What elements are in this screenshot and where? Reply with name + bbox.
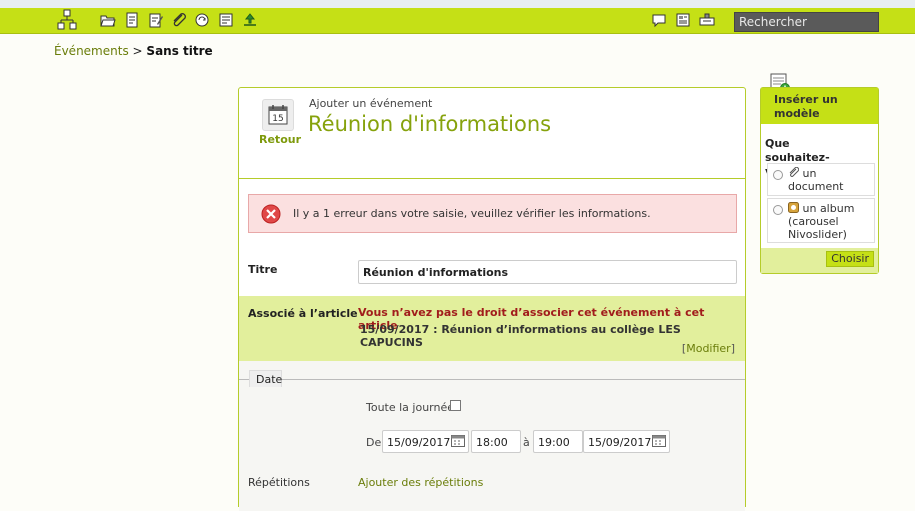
start-time-input[interactable]: 18:00 xyxy=(471,430,521,453)
mailbox-icon[interactable] xyxy=(699,12,715,28)
calendar-icon: 15 xyxy=(268,105,288,125)
title-input[interactable]: Réunion d'informations xyxy=(358,260,737,284)
back-button[interactable]: 15 xyxy=(262,99,294,131)
date-divider xyxy=(239,379,745,380)
album-icon xyxy=(788,202,799,213)
add-repetitions-link[interactable]: Ajouter des répétitions xyxy=(358,476,483,489)
article-association-section: Associé à l’article Vous n’avez pas le d… xyxy=(239,296,745,361)
insert-template-title: Insérer un modèle xyxy=(774,93,838,120)
error-icon xyxy=(261,204,281,224)
option-document[interactable]: un document xyxy=(767,163,875,196)
upload-icon[interactable] xyxy=(242,12,258,28)
error-message-box: Il y a 1 erreur dans votre saisie, veuil… xyxy=(248,194,737,233)
calendar-picker-icon[interactable] xyxy=(451,434,465,447)
event-form-panel: 15 Retour Ajouter un événement Réunion d… xyxy=(238,87,746,511)
attachment-icon[interactable] xyxy=(171,12,187,28)
article-association-label: Associé à l’article xyxy=(248,307,358,320)
breadcrumb-parent-link[interactable]: Événements xyxy=(54,44,129,58)
panel-header: 15 Retour Ajouter un événement Réunion d… xyxy=(239,88,745,179)
date-section: Date Toute la journée De 15/09/2017 18:0… xyxy=(239,361,745,511)
title-label: Titre xyxy=(248,263,278,276)
document-icon[interactable] xyxy=(124,12,140,28)
date-from-label: De xyxy=(366,436,382,449)
error-text: Il y a 1 erreur dans votre saisie, veuil… xyxy=(293,207,651,220)
page-title: Réunion d'informations xyxy=(308,112,552,136)
page-subtitle: Ajouter un événement xyxy=(309,97,433,110)
choose-button[interactable]: Choisir xyxy=(826,251,874,267)
window-top-stripe xyxy=(0,0,915,8)
comments-icon[interactable] xyxy=(651,12,667,28)
document-option-text: un document xyxy=(788,166,868,193)
start-date-value: 15/09/2017 xyxy=(387,436,451,449)
main-toolbar xyxy=(0,8,915,34)
folder-open-icon[interactable] xyxy=(100,12,116,28)
insert-template-header: Insérer un modèle xyxy=(761,88,878,124)
sitemap-icon[interactable] xyxy=(57,9,77,31)
date-to-label: à xyxy=(523,436,530,449)
back-label[interactable]: Retour xyxy=(259,133,301,146)
all-day-label: Toute la journée xyxy=(366,401,455,414)
all-day-checkbox[interactable] xyxy=(450,400,461,411)
option-album[interactable]: un album (carousel Nivoslider) xyxy=(767,198,875,243)
calendar-picker-icon[interactable] xyxy=(652,434,666,447)
repetitions-label: Répétitions xyxy=(248,476,310,489)
modify-link-wrapper: [Modifier] xyxy=(681,342,735,355)
breadcrumb-separator: > xyxy=(132,44,143,58)
document-edit-icon[interactable] xyxy=(148,12,164,28)
insert-template-box: Insérer un modèle Que souhaitez-vous ins… xyxy=(760,87,879,274)
search-input[interactable] xyxy=(734,12,879,32)
svg-text:15: 15 xyxy=(272,114,283,124)
album-radio[interactable] xyxy=(773,205,783,215)
modify-association-link[interactable]: Modifier xyxy=(686,342,730,355)
breadcrumb: Événements > Sans titre xyxy=(54,44,213,58)
attachment-icon xyxy=(789,166,800,177)
end-date-input[interactable]: 15/09/2017 xyxy=(583,430,670,453)
form-icon[interactable] xyxy=(218,12,234,28)
album-option-text: un album (carousel Nivoslider) xyxy=(788,202,874,241)
end-date-value: 15/09/2017 xyxy=(588,436,652,449)
document-radio[interactable] xyxy=(773,170,783,180)
breadcrumb-current: Sans titre xyxy=(146,44,213,58)
insert-template-footer: Choisir xyxy=(761,248,878,273)
refresh-icon[interactable] xyxy=(194,12,210,28)
tab-date[interactable]: Date xyxy=(249,370,282,387)
end-time-input[interactable]: 19:00 xyxy=(533,430,583,453)
news-icon[interactable] xyxy=(675,12,691,28)
start-date-input[interactable]: 15/09/2017 xyxy=(382,430,469,453)
